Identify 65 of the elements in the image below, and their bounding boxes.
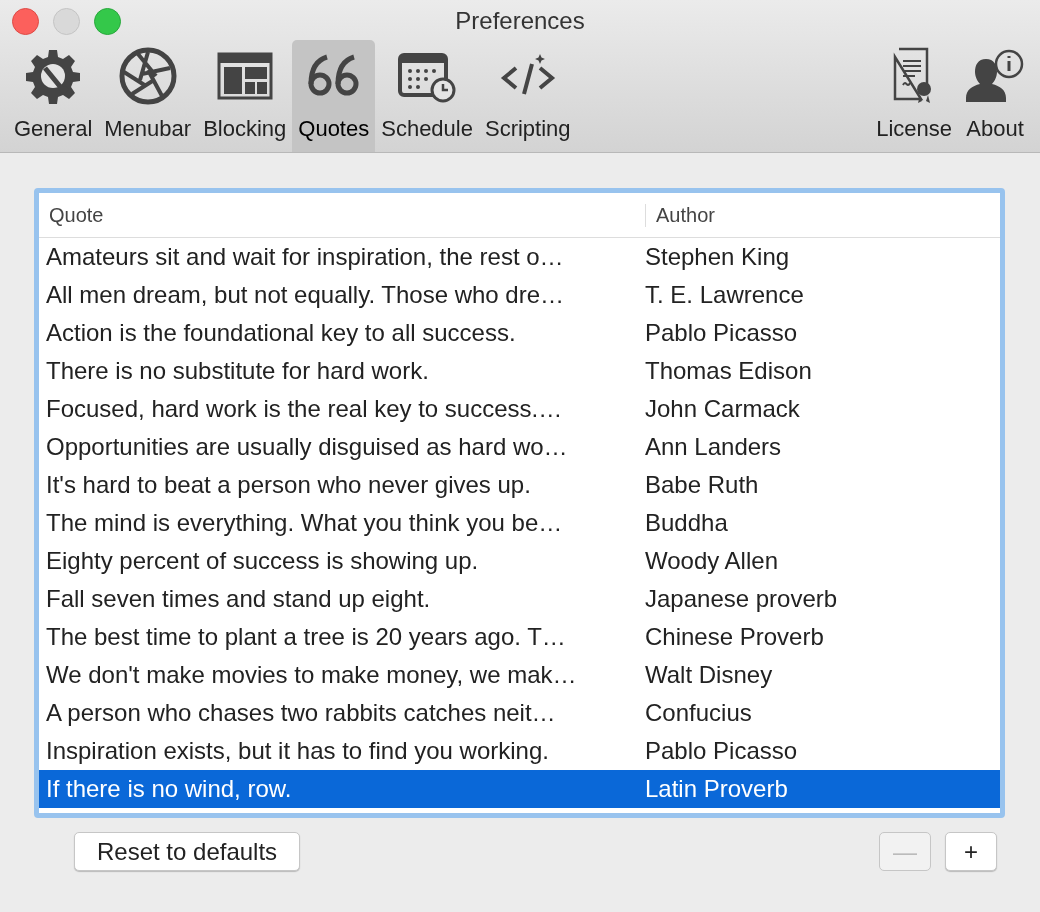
quote-cell-text: Fall seven times and stand up eight.	[45, 585, 432, 613]
table-row[interactable]: All men dream, but not equally. Those who dre… T. E. Lawrence	[39, 276, 1000, 314]
toolbar-tab[interactable]: Menubar	[98, 40, 198, 152]
table-row[interactable]: Opportunities are usually disguised as hard wo… Ann Landers	[39, 428, 1000, 466]
author-cell-text: Ann Landers	[644, 433, 782, 461]
author-cell-text: Pablo Picasso	[644, 737, 798, 765]
author-cell-text: John Carmack	[644, 395, 800, 423]
toolbar-tab[interactable]: About	[958, 40, 1032, 152]
window-layout-icon	[216, 52, 273, 100]
table-row[interactable]: Eighty percent of success is showing up. Woody Allen	[39, 542, 1000, 580]
quote-icon	[306, 54, 361, 98]
table-row[interactable]: It's hard to beat a person who never gives up. Babe Ruth	[39, 466, 1000, 504]
quote-cell-text: The best time to plant a tree is 20 years ago. T…	[45, 623, 567, 651]
table-row[interactable]: Amateurs sit and wait for inspiration, the rest o… Stephen King	[39, 238, 1000, 276]
toolbar-tab[interactable]: Blocking	[197, 40, 293, 152]
quote-cell-text: Focused, hard work is the real key to success.…	[45, 395, 564, 423]
toolbar-tab[interactable]: Quotes	[292, 40, 376, 152]
author-cell-text: Pablo Picasso	[644, 319, 798, 347]
quote-cell-text: We don't make movies to make money, we mak…	[45, 661, 578, 689]
minimize-button[interactable]	[53, 8, 80, 35]
reset-button[interactable]: Reset to defaults	[74, 832, 301, 871]
author-cell-text: Chinese Proverb	[644, 623, 824, 651]
quote-cell-text: A person who chases two rabbits catches neit…	[45, 699, 557, 727]
aperture-icon	[117, 46, 178, 106]
person-info-icon	[964, 47, 1026, 105]
author-cell-text: Woody Allen	[644, 547, 778, 575]
window-title: Preferences	[455, 7, 585, 34]
author-cell-text: Babe Ruth	[644, 471, 759, 499]
author-cell-text: Confucius	[644, 699, 752, 727]
table-row[interactable]: If there is no wind, row. Latin Proverb	[39, 770, 1000, 808]
quote-cell-text: Inspiration exists, but it has to find you working.	[45, 737, 550, 765]
toolbar-tab[interactable]: Scripting	[478, 40, 577, 152]
quote-cell-text: Opportunities are usually disguised as hard wo…	[45, 433, 569, 461]
quote-cell-text: Amateurs sit and wait for inspiration, the rest o…	[45, 243, 565, 271]
column-header[interactable]: Author	[646, 203, 715, 227]
toolbar-tab[interactable]: License	[870, 40, 958, 152]
toolbar-tab[interactable]: Schedule	[375, 40, 479, 152]
table-row[interactable]: The best time to plant a tree is 20 years ago. T… Chinese Proverb	[39, 618, 1000, 656]
close-button[interactable]	[12, 8, 39, 35]
author-cell-text: Buddha	[644, 509, 728, 537]
table-row[interactable]: The mind is everything. What you think you be… Buddha	[39, 504, 1000, 542]
author-cell-text: Thomas Edison	[644, 357, 812, 385]
quote-cell-text: The mind is everything. What you think you be…	[45, 509, 564, 537]
table-row[interactable]: Focused, hard work is the real key to success.… John Carmack	[39, 390, 1000, 428]
quote-cell-text: If there is no wind, row.	[45, 775, 293, 803]
table-row[interactable]: There is no substitute for hard work. Thomas Edison	[39, 352, 1000, 390]
table-row[interactable]: We don't make movies to make money, we mak… Walt Disney	[39, 656, 1000, 694]
author-cell-text: Latin Proverb	[644, 775, 788, 803]
table-row[interactable]: Action is the foundational key to all success. Pablo Picasso	[39, 314, 1000, 352]
table-row[interactable]: Inspiration exists, but it has to find you working. Pablo Picasso	[39, 732, 1000, 770]
zoom-button[interactable]	[94, 8, 121, 35]
table-row[interactable]: Fall seven times and stand up eight. Japanese proverb	[39, 580, 1000, 618]
quote-cell-text: It's hard to beat a person who never gives up.	[45, 471, 532, 499]
author-cell-text: Stephen King	[644, 243, 790, 271]
quote-cell-text: Eighty percent of success is showing up.	[45, 547, 480, 575]
quote-cell-text: There is no substitute for hard work.	[45, 357, 430, 385]
quote-cell-text: Action is the foundational key to all success.	[45, 319, 517, 347]
author-cell-text: Japanese proverb	[644, 585, 838, 613]
quote-cell-text: All men dream, but not equally. Those who dre…	[45, 281, 566, 309]
toolbar-tab[interactable]: General	[8, 40, 99, 152]
author-cell-text: Walt Disney	[644, 661, 773, 689]
add-button[interactable]: +	[945, 832, 997, 871]
author-cell-text: T. E. Lawrence	[644, 281, 804, 309]
column-header[interactable]: Quote	[39, 203, 646, 227]
table-row[interactable]: A person who chases two rabbits catches neit… Confucius	[39, 694, 1000, 732]
